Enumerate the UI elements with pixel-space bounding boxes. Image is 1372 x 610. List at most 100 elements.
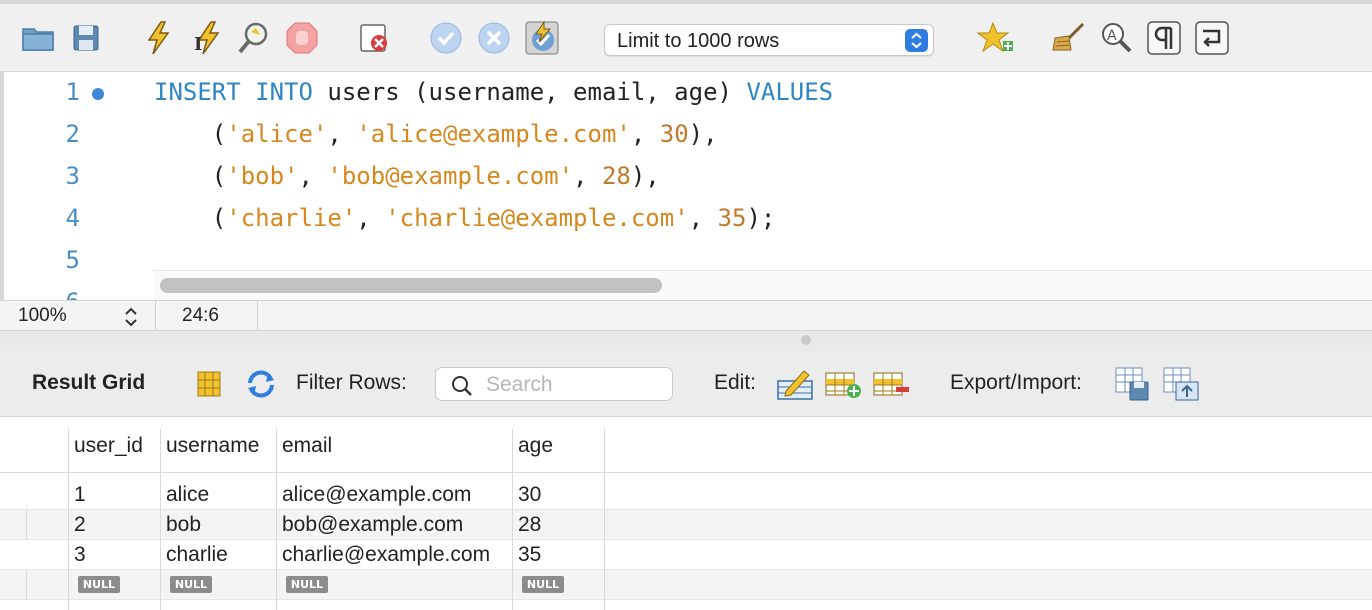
line-number: 3 bbox=[65, 162, 80, 190]
code-token: 'charlie@example.com' bbox=[385, 204, 689, 232]
cell-username[interactable]: bob bbox=[166, 513, 201, 537]
table-row[interactable]: 2 bob bob@example.com 28 bbox=[0, 510, 1372, 540]
column-divider bbox=[68, 429, 69, 610]
wrap-icon[interactable] bbox=[1192, 18, 1232, 58]
cell-age[interactable]: 35 bbox=[518, 543, 541, 567]
cell-username[interactable]: alice bbox=[166, 483, 209, 507]
splitter-handle-icon[interactable] bbox=[801, 335, 811, 345]
invisible-chars-icon[interactable] bbox=[1144, 18, 1184, 58]
row-selector[interactable] bbox=[26, 510, 70, 540]
cell-username[interactable]: charlie bbox=[166, 543, 228, 567]
null-badge[interactable]: NULL bbox=[78, 576, 120, 593]
code-token: , bbox=[356, 204, 386, 232]
null-badge[interactable]: NULL bbox=[522, 576, 564, 593]
pane-splitter[interactable] bbox=[0, 331, 1372, 351]
code-token: 'charlie' bbox=[226, 204, 357, 232]
code-token: INSERT INTO bbox=[154, 78, 313, 106]
column-divider bbox=[276, 429, 277, 610]
refresh-icon[interactable] bbox=[242, 365, 280, 403]
null-badge[interactable]: NULL bbox=[170, 576, 212, 593]
line-number-gutter: 1 2 3 4 5 6 bbox=[4, 72, 150, 300]
cell-email[interactable]: charlie@example.com bbox=[282, 543, 490, 567]
result-grid[interactable]: user_id username email age 1 alice alice… bbox=[0, 417, 1372, 610]
code-line: ('alice', 'alice@example.com', 30), bbox=[154, 120, 718, 148]
code-token: ), bbox=[630, 162, 660, 190]
rollback-icon[interactable] bbox=[474, 18, 514, 58]
folder-icon[interactable] bbox=[18, 18, 58, 58]
explain-icon[interactable] bbox=[234, 18, 274, 58]
cursor-position: 24:6 bbox=[182, 305, 219, 326]
table-row[interactable]: 3 charlie charlie@example.com 35 bbox=[0, 540, 1372, 570]
delete-row-icon[interactable] bbox=[872, 365, 910, 403]
row-selector[interactable] bbox=[26, 570, 70, 600]
toggle-error-icon[interactable] bbox=[354, 18, 394, 58]
code-line: ('charlie', 'charlie@example.com', 35); bbox=[154, 204, 776, 232]
cell-age[interactable]: 28 bbox=[518, 513, 541, 537]
save-icon[interactable] bbox=[66, 18, 106, 58]
main-toolbar: I Limit to 1000 rows A bbox=[0, 0, 1372, 72]
line-number: 6 bbox=[66, 288, 80, 300]
edit-row-icon[interactable] bbox=[776, 365, 814, 403]
sql-editor-window: I Limit to 1000 rows A 1 2 3 4 5 INSERT … bbox=[0, 0, 1372, 610]
column-divider bbox=[604, 429, 605, 610]
limit-rows-select[interactable]: Limit to 1000 rows bbox=[604, 24, 934, 56]
filter-rows-label: Filter Rows: bbox=[296, 371, 407, 394]
search-input[interactable] bbox=[486, 372, 666, 398]
code-token: 30 bbox=[659, 120, 689, 148]
table-row[interactable]: 1 alice alice@example.com 30 bbox=[0, 480, 1372, 510]
column-divider bbox=[512, 429, 513, 610]
code-token: ( bbox=[154, 162, 227, 190]
divider bbox=[155, 301, 156, 332]
grid-header: user_id username email age bbox=[0, 417, 1372, 473]
column-header-age[interactable]: age bbox=[518, 434, 553, 458]
result-grid-title: Result Grid bbox=[32, 371, 146, 394]
commit-icon[interactable] bbox=[426, 18, 466, 58]
import-icon[interactable] bbox=[1162, 365, 1200, 403]
code-token: 'alice' bbox=[226, 120, 328, 148]
column-header-username[interactable]: username bbox=[166, 434, 259, 458]
result-toolbar: Result Grid Filter Rows: Edit: Export/Im… bbox=[0, 351, 1372, 417]
find-icon[interactable]: A bbox=[1096, 18, 1136, 58]
cell-user-id[interactable]: 1 bbox=[74, 483, 86, 507]
execute-current-icon[interactable]: I bbox=[186, 18, 226, 58]
code-token: , bbox=[298, 162, 328, 190]
search-icon bbox=[452, 376, 472, 396]
cell-user-id[interactable]: 2 bbox=[74, 513, 86, 537]
code-token: , bbox=[327, 120, 357, 148]
column-divider bbox=[160, 429, 161, 610]
code-token: VALUES bbox=[746, 78, 834, 106]
cell-user-id[interactable]: 3 bbox=[74, 543, 86, 567]
column-header-user-id[interactable]: user_id bbox=[74, 434, 143, 458]
column-header-email[interactable]: email bbox=[282, 434, 332, 458]
sql-editor[interactable]: 1 2 3 4 5 6 INSERT INTO users (username,… bbox=[0, 72, 1372, 300]
code-token: , bbox=[573, 162, 602, 190]
null-badge[interactable]: NULL bbox=[286, 576, 328, 593]
code-line: ('bob', 'bob@example.com', 28), bbox=[154, 162, 660, 190]
export-import-label: Export/Import: bbox=[950, 371, 1082, 394]
line-number: 1 bbox=[65, 78, 80, 106]
code-token: 'alice@example.com' bbox=[356, 120, 631, 148]
add-row-icon[interactable] bbox=[824, 365, 862, 403]
scrollbar-thumb[interactable] bbox=[160, 278, 662, 293]
add-snippet-icon[interactable] bbox=[976, 18, 1016, 58]
line-number: 4 bbox=[65, 204, 80, 232]
cell-age[interactable]: 30 bbox=[518, 483, 541, 507]
divider bbox=[257, 301, 258, 332]
cell-email[interactable]: alice@example.com bbox=[282, 483, 471, 507]
beautify-icon[interactable] bbox=[1048, 18, 1088, 58]
execute-icon[interactable] bbox=[138, 18, 178, 58]
cell-email[interactable]: bob@example.com bbox=[282, 513, 463, 537]
export-icon[interactable] bbox=[1114, 365, 1152, 403]
autocommit-icon[interactable] bbox=[522, 18, 562, 58]
filter-search-box[interactable] bbox=[435, 367, 673, 401]
grid-columns-icon[interactable] bbox=[190, 365, 228, 403]
chevron-updown-icon[interactable] bbox=[122, 305, 140, 334]
zoom-level[interactable]: 100% bbox=[18, 305, 67, 327]
line-number: 5 bbox=[65, 246, 80, 274]
code-token: ( bbox=[154, 120, 227, 148]
stop-icon[interactable] bbox=[282, 18, 322, 58]
limit-rows-value: Limit to 1000 rows bbox=[617, 30, 780, 52]
code-token: users (username, email, age) bbox=[312, 78, 747, 106]
code-token: , bbox=[630, 120, 660, 148]
table-row-new[interactable]: NULL NULL NULL NULL bbox=[0, 570, 1372, 600]
